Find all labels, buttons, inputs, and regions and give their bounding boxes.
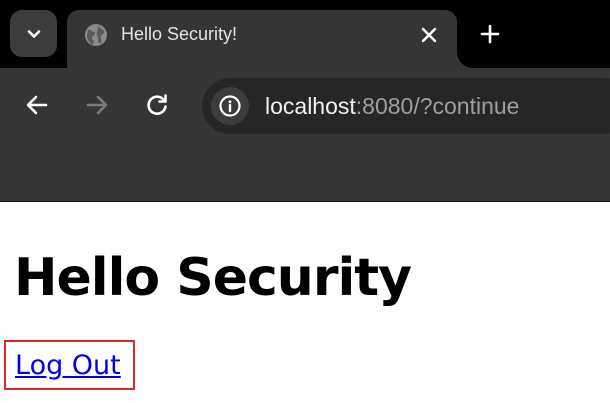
reload-icon [147,94,167,115]
browser-window: Hello Security! localhost:8080/?continue… [0,0,610,403]
tab-edge [457,52,473,68]
globe-icon [85,24,107,46]
url-path: :8080/?continue [355,93,520,119]
close-icon [421,27,437,43]
reload-button[interactable] [142,90,172,120]
site-info-button[interactable] [211,87,249,125]
tab-search-button[interactable] [10,10,57,57]
back-arrow-icon [26,95,48,115]
forward-arrow-icon [86,95,108,115]
plus-icon [480,24,500,44]
tab-title: Hello Security! [121,24,238,44]
info-icon [219,95,241,117]
forward-button[interactable] [82,90,112,120]
address-bar[interactable]: localhost:8080/?continue [202,78,610,134]
page-heading: Hello Security [14,248,412,308]
toolbar: localhost:8080/?continue [0,68,610,202]
logout-link[interactable]: Log Out [15,349,121,383]
url-host: localhost [265,93,356,119]
tab-strip: Hello Security! [0,0,610,68]
logout-highlight-box: Log Out [4,340,135,390]
tab-close-button[interactable] [417,23,441,47]
active-tab[interactable]: Hello Security! [67,10,457,68]
chevron-down-icon [27,29,40,38]
back-button[interactable] [22,90,52,120]
new-tab-button[interactable] [474,18,506,50]
url-text[interactable]: localhost:8080/?continue [265,91,519,121]
page-content: Hello Security Log Out [0,202,610,403]
